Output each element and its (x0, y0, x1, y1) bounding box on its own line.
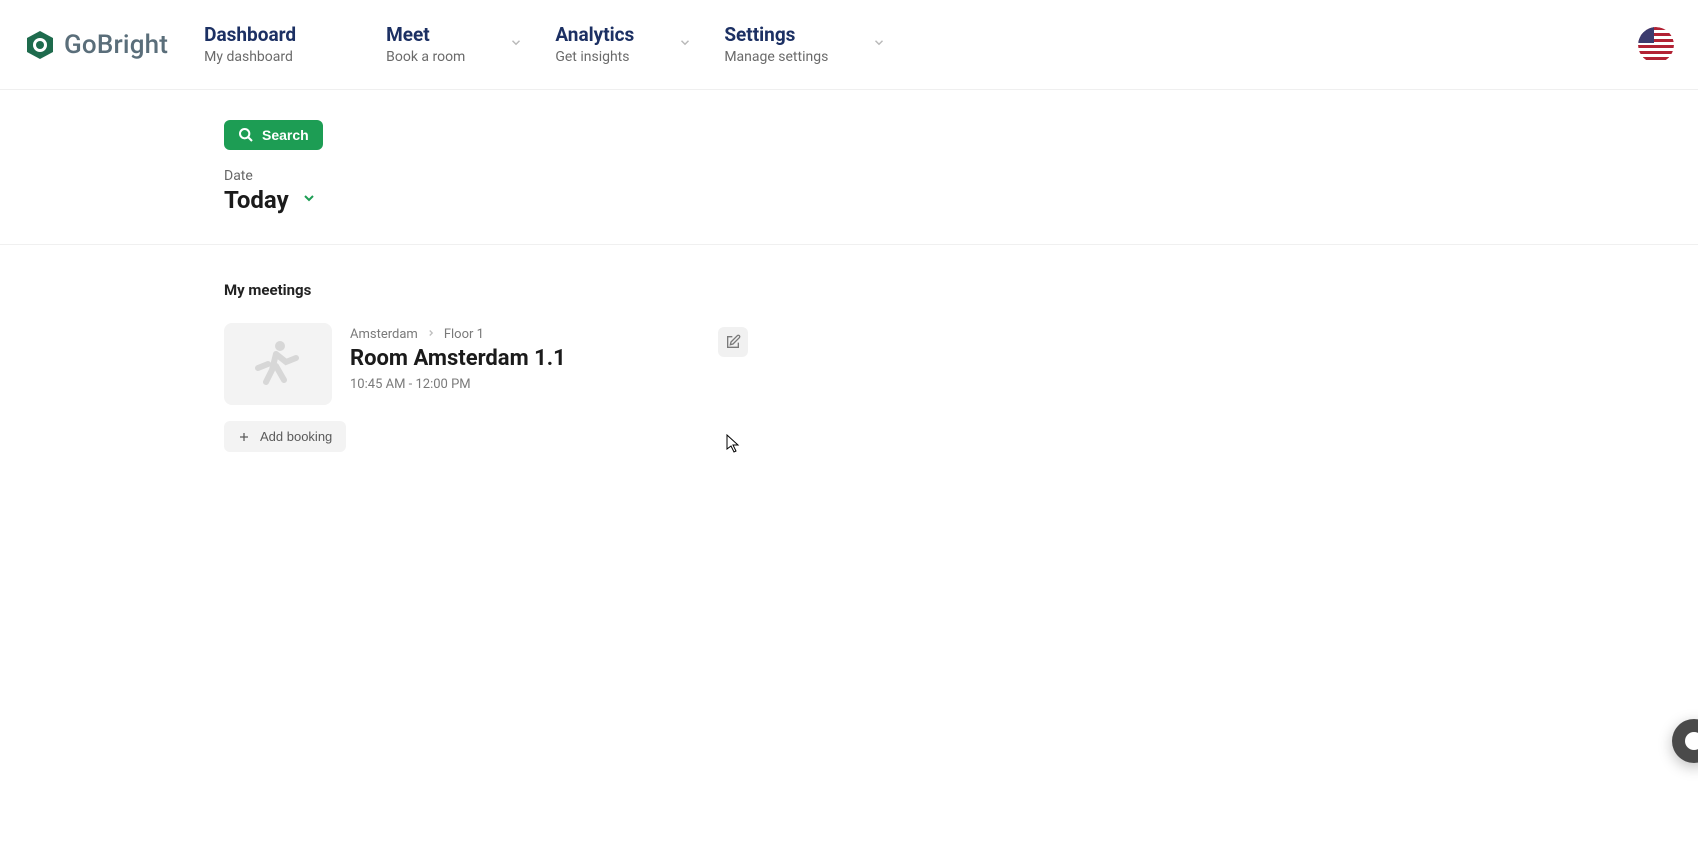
edit-icon (725, 334, 741, 350)
nav-title: Analytics (555, 24, 634, 47)
chevron-right-icon (426, 327, 436, 342)
logo-hex-icon (24, 29, 56, 61)
main-content: My meetings Amsterdam Floor 1 Room Amste… (0, 245, 760, 452)
chevron-down-icon (678, 35, 692, 54)
breadcrumb-item: Floor 1 (444, 327, 484, 342)
add-booking-button[interactable]: Add booking (224, 421, 346, 452)
meeting-info: Amsterdam Floor 1 Room Amsterdam 1.1 10:… (350, 323, 566, 392)
nav-title: Meet (386, 24, 465, 47)
header: GoBright Dashboard My dashboard Meet Boo… (0, 0, 1698, 90)
meeting-card[interactable]: Amsterdam Floor 1 Room Amsterdam 1.1 10:… (224, 323, 748, 405)
flag-us-icon (1638, 27, 1674, 63)
nav-settings[interactable]: Settings Manage settings (724, 24, 918, 65)
room-name: Room Amsterdam 1.1 (350, 346, 566, 371)
nav-title: Settings (724, 24, 828, 47)
date-selector[interactable]: Today (224, 186, 317, 214)
date-filter: Date Today (224, 168, 1698, 214)
search-button[interactable]: Search (224, 120, 323, 150)
date-label: Date (224, 168, 1698, 184)
chevron-down-icon (872, 35, 886, 54)
chevron-down-icon (301, 190, 317, 210)
help-widget[interactable] (1672, 719, 1698, 763)
breadcrumb-item: Amsterdam (350, 327, 418, 342)
search-label: Search (262, 127, 309, 143)
edit-meeting-button[interactable] (718, 327, 748, 357)
plus-icon (238, 431, 250, 443)
language-flag-us[interactable] (1638, 27, 1674, 63)
brand-logo[interactable]: GoBright (24, 29, 168, 61)
nav-subtitle: Get insights (555, 49, 634, 65)
nav-subtitle: My dashboard (204, 49, 296, 65)
nav-dashboard[interactable]: Dashboard My dashboard (204, 24, 386, 65)
search-icon (238, 127, 254, 143)
meeting-thumbnail (224, 323, 332, 405)
my-meetings-title: My meetings (224, 281, 760, 299)
nav-subtitle: Manage settings (724, 49, 828, 65)
date-value: Today (224, 186, 289, 214)
chevron-down-icon (509, 35, 523, 54)
breadcrumb: Amsterdam Floor 1 (350, 327, 566, 342)
nav-subtitle: Book a room (386, 49, 465, 65)
person-running-icon (246, 336, 310, 392)
add-booking-label: Add booking (260, 429, 332, 444)
nav-meet[interactable]: Meet Book a room (386, 24, 555, 65)
brand-name: GoBright (64, 30, 168, 60)
nav-title: Dashboard (204, 24, 296, 47)
meeting-time-range: 10:45 AM - 12:00 PM (350, 377, 566, 392)
filter-bar: Search Date Today (0, 90, 1698, 245)
nav-analytics[interactable]: Analytics Get insights (555, 24, 724, 65)
main-nav: Dashboard My dashboard Meet Book a room … (204, 24, 918, 65)
